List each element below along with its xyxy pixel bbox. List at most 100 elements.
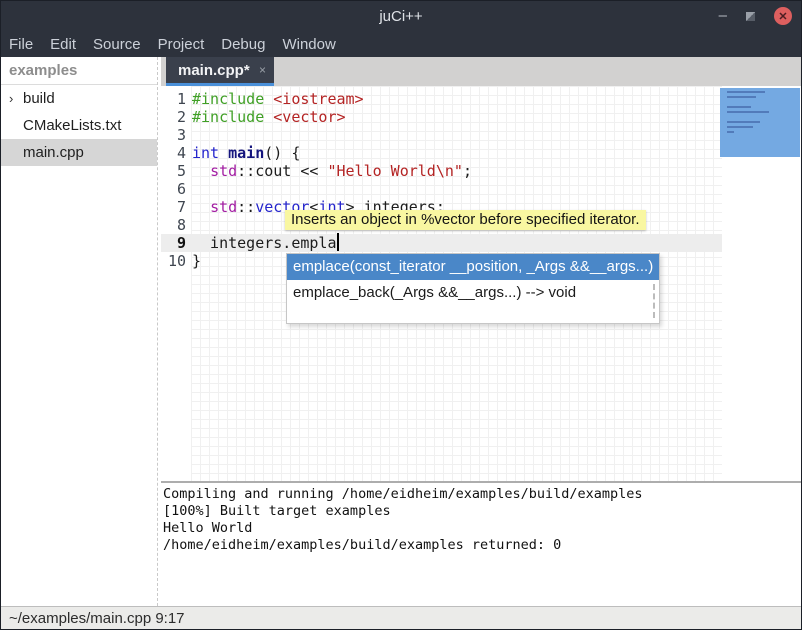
autocomplete-item[interactable]: emplace_back(_Args &&__args...) --> void bbox=[287, 280, 659, 306]
menu-item-project[interactable]: Project bbox=[158, 36, 205, 53]
minimap-code-line bbox=[727, 106, 751, 108]
line-number: 8 bbox=[161, 216, 186, 234]
statusbar: ~/examples/main.cpp 9:17 bbox=[1, 606, 801, 629]
doc-tooltip: Inserts an object in %vector before spec… bbox=[285, 210, 646, 230]
code-line: 6 bbox=[161, 180, 472, 198]
line-number: 7 bbox=[161, 198, 186, 216]
line-number: 2 bbox=[161, 108, 186, 126]
app-window: juCi++ – ✕ File Edit Source Project Debug Win… bbox=[0, 0, 802, 630]
code-token: <vector> bbox=[273, 108, 345, 126]
code-token: main bbox=[228, 144, 264, 162]
code-token: #include bbox=[192, 108, 264, 126]
code-line: 5 std::cout << "Hello World\n"; bbox=[161, 162, 472, 180]
code-token: } bbox=[192, 252, 201, 270]
code-line: 1#include <iostream> bbox=[161, 90, 472, 108]
code-line: 2#include <vector> bbox=[161, 108, 472, 126]
code-line: 3 bbox=[161, 126, 472, 144]
file-tree-panel: examples ›build CMakeLists.txt main.cpp bbox=[1, 57, 158, 606]
tab-close-icon[interactable]: × bbox=[259, 63, 266, 77]
code-line-text: integers.empla bbox=[186, 234, 337, 252]
code-line-text: #include <iostream> bbox=[186, 90, 364, 108]
code-token bbox=[219, 144, 228, 162]
minimap-code-line bbox=[727, 121, 760, 123]
minimap-code-line bbox=[727, 126, 753, 128]
code-token: :: bbox=[237, 198, 255, 216]
maximize-icon[interactable] bbox=[746, 12, 755, 21]
line-number: 10 bbox=[161, 252, 186, 270]
minimap-code-line bbox=[727, 111, 769, 113]
code-token: :: bbox=[237, 162, 255, 180]
window-title: juCi++ bbox=[1, 8, 801, 25]
code-line-text bbox=[186, 126, 192, 144]
code-token: int bbox=[192, 144, 219, 162]
code-line-text: } bbox=[186, 252, 201, 270]
tab-main-cpp[interactable]: main.cpp* × bbox=[166, 57, 274, 86]
code-token bbox=[192, 162, 210, 180]
code-line-text bbox=[186, 180, 192, 198]
close-button[interactable]: ✕ bbox=[774, 7, 792, 25]
minimap-code-line bbox=[727, 96, 756, 98]
line-number: 9 bbox=[161, 234, 186, 252]
main-area: examples ›build CMakeLists.txt main.cpp ma… bbox=[1, 57, 801, 606]
menu-item-source[interactable]: Source bbox=[93, 36, 141, 53]
file-tree-item-cmakelists-txt[interactable]: CMakeLists.txt bbox=[1, 112, 157, 139]
menu-item-debug[interactable]: Debug bbox=[221, 36, 265, 53]
output-line: [100%] Built target examples bbox=[163, 503, 801, 520]
editor-column: main.cpp* × 1#include <iostream>2#includ… bbox=[161, 57, 801, 606]
code-editor[interactable]: 1#include <iostream>2#include <vector>34… bbox=[161, 86, 801, 481]
code-lines: 1#include <iostream>2#include <vector>34… bbox=[161, 90, 472, 270]
file-tree-item-label: main.cpp bbox=[23, 144, 84, 161]
minimize-button[interactable]: – bbox=[719, 11, 727, 21]
autocomplete-item[interactable]: emplace(const_iterator __position, _Args… bbox=[287, 254, 659, 280]
code-token: integers.empla bbox=[192, 234, 337, 252]
minimap-code-line bbox=[727, 91, 765, 93]
output-line: /home/eidheim/examples/build/examples re… bbox=[163, 537, 801, 554]
menu-item-window[interactable]: Window bbox=[282, 36, 335, 53]
code-line-text: #include <vector> bbox=[186, 108, 346, 126]
line-number: 1 bbox=[161, 90, 186, 108]
code-token bbox=[264, 90, 273, 108]
window-buttons: – ✕ bbox=[719, 1, 792, 31]
code-token: std bbox=[210, 198, 237, 216]
file-tree-items: ›build CMakeLists.txt main.cpp bbox=[1, 85, 157, 166]
file-tree-root-label: examples bbox=[1, 57, 157, 85]
file-tree-item-main-cpp[interactable]: main.cpp bbox=[1, 139, 157, 166]
minimap-code-line bbox=[727, 131, 734, 133]
file-tree-item-build[interactable]: ›build bbox=[1, 85, 157, 112]
text-cursor bbox=[337, 233, 339, 251]
code-line-text: int main() { bbox=[186, 144, 300, 162]
file-tree-item-label: build bbox=[23, 90, 55, 107]
expander-chevron-icon[interactable]: › bbox=[9, 91, 23, 106]
tabbar: main.cpp* × bbox=[161, 57, 801, 86]
autocomplete-popup[interactable]: emplace(const_iterator __position, _Args… bbox=[286, 253, 660, 324]
menu-item-file[interactable]: File bbox=[9, 36, 33, 53]
code-token: #include bbox=[192, 90, 264, 108]
titlebar[interactable]: juCi++ – ✕ bbox=[1, 1, 801, 31]
code-line: 9 integers.empla bbox=[161, 234, 472, 252]
menu-item-edit[interactable]: Edit bbox=[50, 36, 76, 53]
status-file-position: ~/examples/main.cpp 9:17 bbox=[9, 610, 185, 627]
file-tree-item-label: CMakeLists.txt bbox=[23, 117, 121, 134]
code-token: <iostream> bbox=[273, 90, 363, 108]
code-token bbox=[264, 108, 273, 126]
tab-label: main.cpp* bbox=[178, 62, 259, 79]
menubar: File Edit Source Project Debug Window bbox=[1, 31, 801, 57]
popup-scrollbar[interactable] bbox=[653, 284, 655, 318]
code-line-text: std::cout << "Hello World\n"; bbox=[186, 162, 472, 180]
minimap-overview[interactable] bbox=[720, 88, 800, 157]
output-panel[interactable]: Compiling and running /home/eidheim/exam… bbox=[161, 483, 801, 606]
code-token: ; bbox=[463, 162, 472, 180]
code-line: 4int main() { bbox=[161, 144, 472, 162]
code-token: "Hello World\n" bbox=[327, 162, 462, 180]
line-number: 4 bbox=[161, 144, 186, 162]
code-token bbox=[192, 198, 210, 216]
code-line-text bbox=[186, 216, 192, 234]
code-token: std bbox=[210, 162, 237, 180]
output-line: Hello World bbox=[163, 520, 801, 537]
line-number: 6 bbox=[161, 180, 186, 198]
code-token: cout bbox=[255, 162, 291, 180]
output-line: Compiling and running /home/eidheim/exam… bbox=[163, 486, 801, 503]
line-number: 3 bbox=[161, 126, 186, 144]
line-number: 5 bbox=[161, 162, 186, 180]
code-token: () { bbox=[264, 144, 300, 162]
